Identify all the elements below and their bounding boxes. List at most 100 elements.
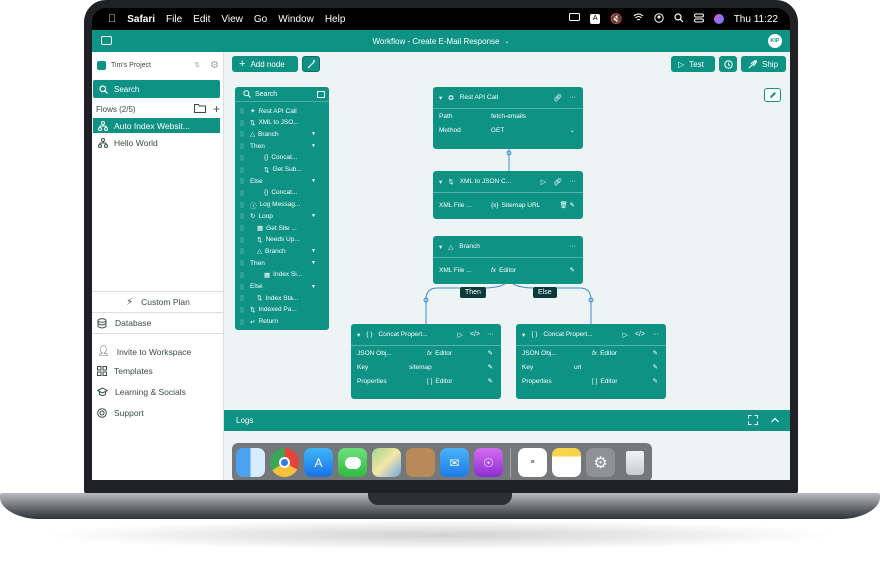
- chrome-icon[interactable]: [270, 448, 299, 477]
- pencil-icon[interactable]: ✎: [570, 266, 575, 274]
- mail-icon[interactable]: ✉: [440, 448, 469, 477]
- chevron-up-icon[interactable]: [770, 415, 780, 427]
- notes-icon[interactable]: [552, 448, 581, 477]
- code-icon[interactable]: </>: [470, 331, 480, 339]
- spotlight-icon[interactable]: [674, 12, 684, 26]
- chevron-down-icon[interactable]: ▾: [439, 94, 442, 102]
- mute-icon[interactable]: 🔇: [610, 14, 622, 25]
- braces-icon: { }: [531, 331, 538, 338]
- field-label: Properties: [357, 377, 387, 385]
- menu-view[interactable]: View: [221, 14, 243, 25]
- field-properties[interactable]: Properties [ ] Editor ✎: [351, 374, 501, 388]
- field-xml-file[interactable]: XML File ... fx Editor ✎: [433, 258, 583, 282]
- screen-mirror-icon[interactable]: [569, 13, 581, 25]
- siri-icon[interactable]: [713, 14, 724, 24]
- mac-dock: A ✉ ☉ ≡ ⚙: [232, 443, 652, 480]
- field-value: url: [574, 363, 582, 371]
- chevron-down-icon[interactable]: ▾: [439, 178, 442, 186]
- menu-app-name[interactable]: Safari: [127, 14, 155, 25]
- menu-go[interactable]: Go: [254, 14, 267, 25]
- braces-icon: { }: [366, 331, 373, 338]
- field-path[interactable]: Path fetch-emails: [433, 109, 583, 123]
- pencil-icon[interactable]: ✎: [653, 363, 658, 371]
- node-rest-api[interactable]: ▾ ✪ Rest API Call 🔗︎ ··· Path fetch-email…: [433, 87, 583, 149]
- field-xml-file[interactable]: XML File ... {x} Sitemap URL 🗑︎ ✎: [433, 193, 583, 217]
- field-key[interactable]: Key url ✎: [516, 360, 666, 374]
- field-label: JSON Obj...: [357, 349, 392, 357]
- pencil-icon[interactable]: ✎: [488, 377, 493, 385]
- toggles-icon[interactable]: [693, 13, 704, 26]
- maps-icon[interactable]: [372, 448, 401, 477]
- function-icon: fx: [427, 349, 433, 357]
- field-json-object[interactable]: JSON Obj... fx Editor ✎: [516, 346, 666, 360]
- contacts-icon[interactable]: [406, 448, 435, 477]
- chevron-down-icon[interactable]: ▾: [522, 331, 525, 339]
- apple-icon[interactable]: : [108, 13, 116, 25]
- trash-icon[interactable]: [620, 448, 649, 477]
- menu-file[interactable]: File: [166, 14, 182, 25]
- node-branch[interactable]: ▾ △ Branch ··· XML File ... fx Editor ✎: [433, 236, 583, 284]
- field-json-object[interactable]: JSON Obj... fx Editor ✎: [351, 346, 501, 360]
- pencil-icon[interactable]: ✎: [653, 377, 658, 385]
- pencil-icon[interactable]: ✎: [488, 349, 493, 357]
- field-label: Key: [357, 363, 369, 371]
- node-header: ▾ △ Branch ···: [433, 236, 583, 258]
- field-properties[interactable]: Properties [ ] Editor ✎: [516, 374, 666, 388]
- more-icon[interactable]: ···: [569, 243, 576, 250]
- laptop-frame:  Safari File Edit View Go Window Help A…: [0, 0, 880, 562]
- app-store-icon[interactable]: A: [304, 448, 333, 477]
- play-icon[interactable]: ▷: [541, 178, 546, 186]
- link-icon: ✪: [448, 94, 454, 102]
- control-center-icon[interactable]: [654, 12, 664, 26]
- chevron-down-icon[interactable]: ▾: [439, 243, 442, 251]
- system-settings-icon[interactable]: ⚙: [586, 448, 615, 477]
- field-value: Editor: [499, 266, 517, 274]
- field-value: sitemap: [409, 363, 432, 371]
- function-icon: fx: [491, 266, 497, 274]
- more-icon[interactable]: ···: [652, 331, 659, 339]
- play-icon[interactable]: ▷: [622, 331, 627, 339]
- pencil-icon[interactable]: ✎: [488, 363, 493, 371]
- font-icon[interactable]: A: [590, 14, 601, 24]
- field-value: Editor: [435, 377, 453, 385]
- then-label[interactable]: Then: [460, 287, 486, 298]
- expand-icon[interactable]: [748, 415, 758, 427]
- wifi-icon[interactable]: [633, 13, 644, 25]
- finder-icon[interactable]: [236, 448, 265, 477]
- more-icon[interactable]: ···: [569, 178, 576, 186]
- menu-help[interactable]: Help: [325, 14, 346, 25]
- menu-window[interactable]: Window: [278, 14, 314, 25]
- podcasts-icon[interactable]: ☉: [474, 448, 503, 477]
- code-icon[interactable]: </>: [635, 331, 645, 339]
- reminders-icon[interactable]: ≡: [518, 448, 547, 477]
- chevron-down-icon[interactable]: ⌄: [570, 126, 575, 134]
- node-title: Concat Propert...: [543, 331, 593, 338]
- logs-bar[interactable]: Logs: [224, 410, 790, 431]
- chevron-down-icon[interactable]: ▾: [357, 331, 360, 339]
- node-header: ▾ ⇅ XML to JSON C... ▷ 🔗︎ ···: [433, 171, 583, 193]
- else-label[interactable]: Else: [533, 287, 557, 298]
- pencil-icon[interactable]: ✎: [570, 202, 575, 209]
- field-label: Method: [439, 126, 461, 134]
- menu-edit[interactable]: Edit: [193, 14, 210, 25]
- field-label: Path: [439, 112, 453, 120]
- field-value: Sitemap URL: [501, 201, 541, 209]
- brackets-icon: [ ]: [592, 377, 598, 385]
- node-xml-to-json[interactable]: ▾ ⇅ XML to JSON C... ▷ 🔗︎ ··· XML File ...…: [433, 171, 583, 219]
- field-key[interactable]: Key sitemap ✎: [351, 360, 501, 374]
- messages-icon[interactable]: [338, 448, 367, 477]
- link-icon[interactable]: 🔗︎: [553, 94, 562, 102]
- node-concat-left[interactable]: ▾ { } Concat Propert... ▷ </> ··· JSON Obj…: [351, 324, 501, 399]
- clock[interactable]: Thu 11:22: [734, 14, 778, 25]
- trash-icon[interactable]: 🗑︎: [559, 202, 567, 209]
- play-icon[interactable]: ▷: [457, 331, 462, 339]
- node-header: ▾ { } Concat Propert... ▷ </> ···: [351, 324, 501, 346]
- field-label: JSON Obj...: [522, 349, 557, 357]
- field-label: XML File ...: [439, 266, 472, 274]
- node-concat-right[interactable]: ▾ { } Concat Propert... ▷ </> ··· JSON Obj…: [516, 324, 666, 399]
- pencil-icon[interactable]: ✎: [653, 349, 658, 357]
- link-icon[interactable]: 🔗︎: [553, 178, 562, 186]
- field-method[interactable]: Method GET ⌄: [433, 123, 583, 137]
- more-icon[interactable]: ···: [569, 94, 576, 102]
- more-icon[interactable]: ···: [487, 331, 494, 339]
